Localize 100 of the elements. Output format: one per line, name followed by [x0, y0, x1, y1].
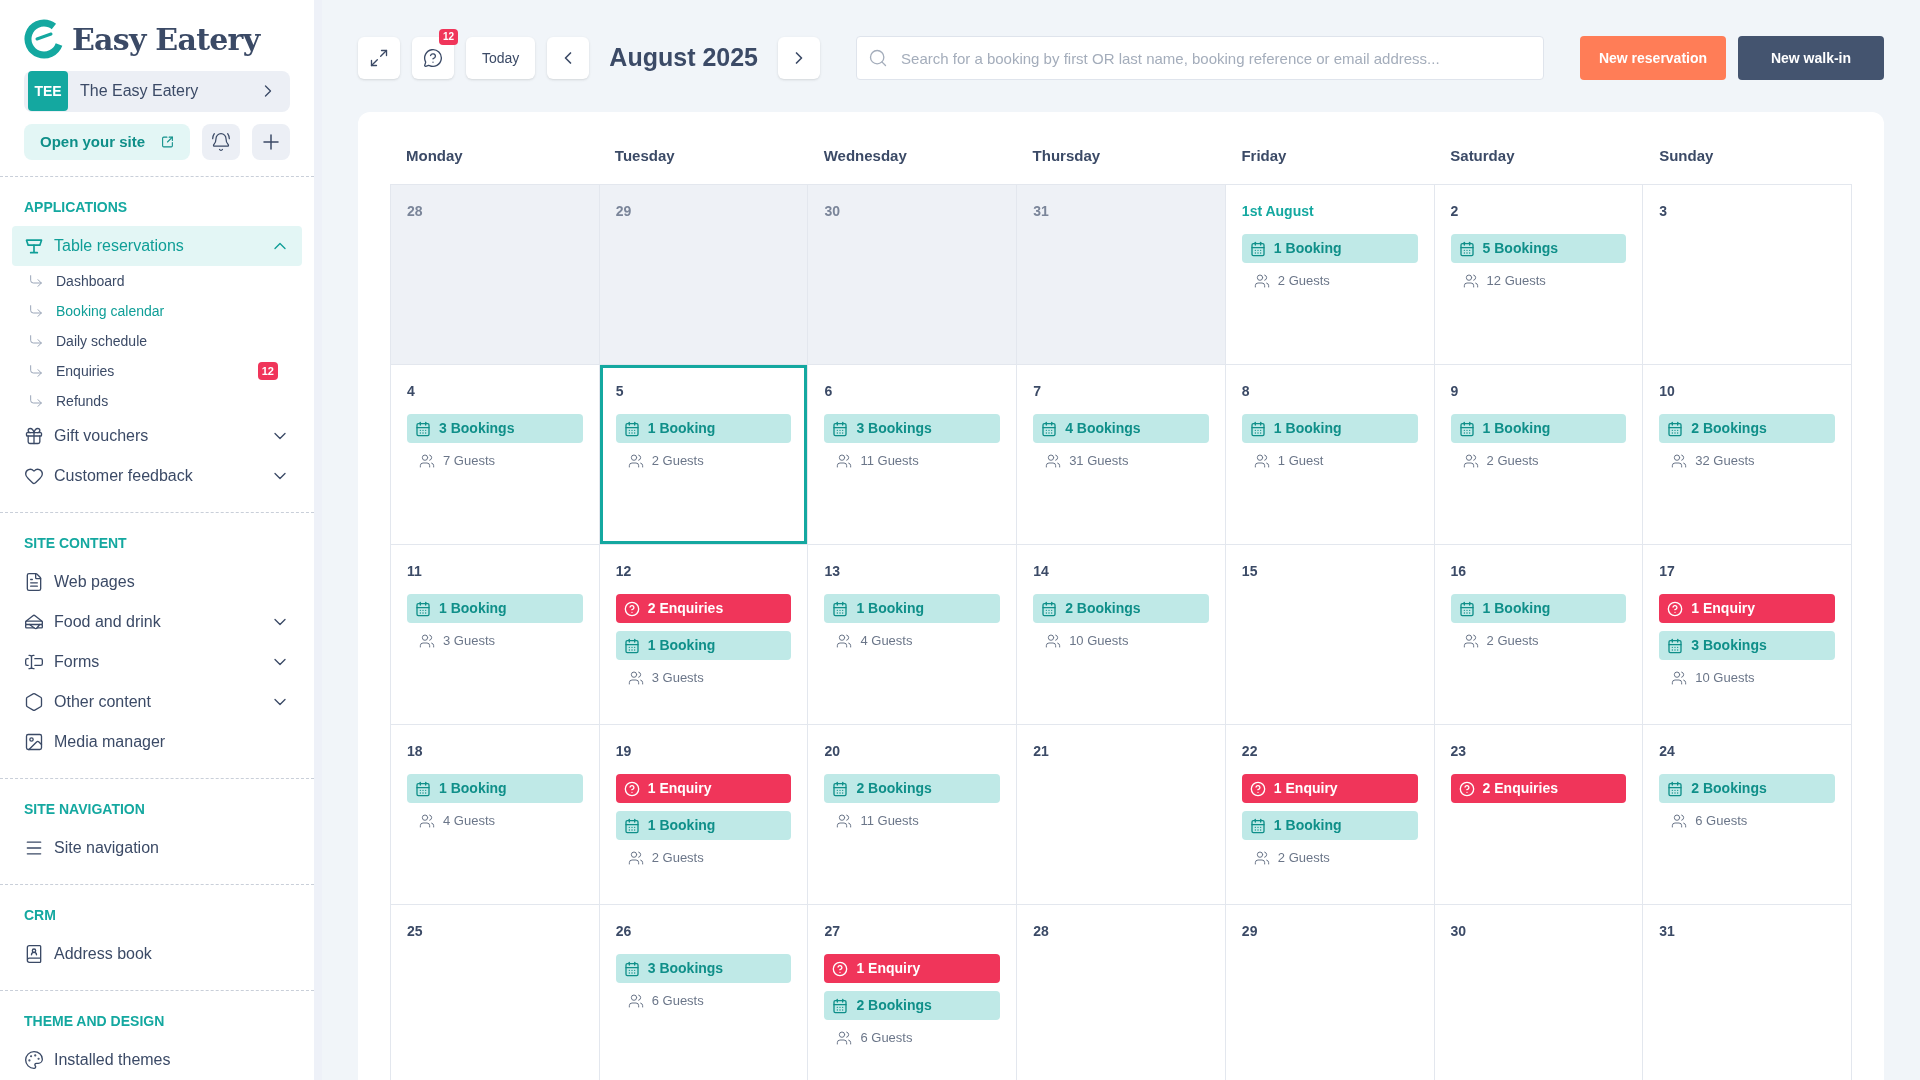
day-cell[interactable]: 1st August 1 Booking 2 Guests [1225, 185, 1435, 365]
day-cell[interactable]: 12 2 Enquiries 1 Booking 3 Guests [599, 545, 809, 725]
guests-icon [627, 992, 644, 1009]
day-cell[interactable]: 18 1 Booking 4 Guests [391, 725, 600, 905]
enquiry-chip[interactable]: 2 Enquiries [1450, 774, 1627, 803]
enquiry-chip[interactable]: 1 Enquiry [824, 954, 1001, 983]
notifications-button[interactable] [202, 123, 240, 160]
day-cell[interactable]: 20 2 Bookings 11 Guests [808, 725, 1018, 905]
count-badge: 12 [257, 362, 278, 380]
fullscreen-button[interactable] [358, 37, 400, 79]
enquiry-chip[interactable]: 1 Enquiry [615, 774, 792, 803]
sidebar-item[interactable]: Web pages [12, 562, 302, 602]
form-icon [24, 652, 44, 672]
calendar-icon [1667, 420, 1684, 437]
day-cell[interactable]: 13 1 Booking 4 Guests [808, 545, 1018, 725]
guests-icon [1671, 812, 1688, 829]
day-cell[interactable]: 15 [1225, 545, 1435, 725]
calendar-icon [623, 817, 640, 834]
question-bubble-icon [423, 48, 443, 68]
day-number: 20 [824, 742, 841, 761]
today-button[interactable]: Today [466, 37, 536, 79]
day-cell[interactable]: 9 1 Booking 2 Guests [1434, 365, 1644, 545]
gift-icon [24, 426, 44, 446]
calendar-icon [1249, 240, 1266, 257]
enquiry-chip[interactable]: 2 Enquiries [615, 594, 792, 623]
day-cell[interactable]: 10 2 Bookings 32 Guests [1643, 365, 1852, 545]
guests-icon [1462, 632, 1479, 649]
section-heading: CRM [23, 906, 57, 925]
guest-count: 6 Guests [860, 1029, 913, 1047]
day-cell[interactable]: 16 1 Booking 2 Guests [1434, 545, 1644, 725]
sidebar-item[interactable]: Gift vouchers [12, 416, 302, 456]
question-icon [623, 780, 640, 797]
day-number: 31 [1659, 922, 1676, 941]
hexagon-icon [24, 692, 44, 712]
sidebar-subitem[interactable]: Enquiries [56, 360, 115, 382]
day-number: 12 [615, 562, 633, 581]
day-number: 5 [615, 382, 625, 401]
day-cell[interactable]: 22 1 Enquiry 1 Booking 2 Guests [1225, 725, 1435, 905]
day-cell[interactable]: 6 3 Bookings 11 Guests [808, 365, 1018, 545]
day-number: 1st August [1241, 202, 1315, 221]
sidebar-subitem[interactable]: Dashboard [56, 270, 125, 292]
question-icon [1458, 780, 1475, 797]
search-icon [868, 48, 889, 68]
guests-icon [1462, 272, 1479, 289]
day-cell[interactable]: 17 1 Enquiry 3 Bookings 10 Guests [1643, 545, 1852, 725]
guest-count: 12 Guests [1486, 272, 1546, 290]
sidebar-item[interactable]: Media manager [12, 722, 302, 762]
sidebar-item[interactable]: Site navigation [12, 828, 302, 868]
day-number: 30 [1450, 922, 1468, 941]
sidebar-item[interactable]: Address book [12, 934, 302, 974]
sidebar-subitem[interactable]: Refunds [56, 390, 109, 412]
notification-badge: 12 [438, 29, 458, 45]
day-cell[interactable]: 24 2 Bookings 6 Guests [1643, 725, 1852, 905]
logo-text: Easy Eatery [72, 20, 260, 59]
sidebar-item[interactable]: Other content [12, 682, 302, 722]
day-cell[interactable]: 21 [1017, 725, 1226, 905]
sub-arrow-icon [28, 333, 44, 349]
day-cell[interactable]: 23 2 Enquiries [1434, 725, 1644, 905]
guests-icon [1253, 849, 1270, 866]
sidebar-subitem[interactable]: Daily schedule [56, 330, 148, 352]
day-cell[interactable]: 19 1 Enquiry 1 Booking 2 Guests [599, 725, 809, 905]
search-field[interactable]: Search for a booking by first OR last name, booking reference or email address... [856, 36, 1544, 80]
guests-icon [1045, 452, 1062, 469]
expand-icon [369, 48, 389, 68]
calendar-icon [1667, 637, 1684, 654]
guests-icon [1045, 632, 1062, 649]
sidebar-item[interactable]: Customer feedback [12, 456, 302, 496]
enquiry-chip[interactable]: 1 Enquiry [1241, 774, 1418, 803]
add-button[interactable] [252, 123, 290, 160]
day-cell[interactable]: 3 [1643, 185, 1852, 365]
site-selector[interactable]: TEE The Easy Eatery [24, 70, 290, 112]
day-number: 18 [407, 742, 424, 761]
day-cell[interactable]: 11 1 Booking 3 Guests [391, 545, 600, 725]
calendar-icon [415, 600, 431, 617]
day-number: 7 [1033, 382, 1042, 401]
palette-icon [24, 1050, 44, 1070]
calendar-icon [415, 780, 431, 797]
sidebar-item[interactable]: Food and drink [12, 602, 302, 642]
day-cell[interactable]: 14 2 Bookings 10 Guests [1017, 545, 1226, 725]
new-walk-in-button[interactable]: New walk-in [1738, 36, 1884, 80]
guest-count: 4 Guests [443, 812, 496, 830]
day-cell[interactable]: 7 4 Bookings 31 Guests [1017, 365, 1226, 545]
open-site-button[interactable]: Open your site [24, 123, 190, 160]
logo-icon [24, 19, 64, 60]
address-book-icon [24, 944, 44, 964]
weekday-label: Thursday [1032, 147, 1101, 164]
guests-icon [1671, 669, 1688, 686]
sidebar-item[interactable]: Installed themes [12, 1040, 302, 1080]
day-cell[interactable]: 5 1 Booking 2 Guests [599, 365, 809, 545]
enquiry-chip[interactable]: 1 Enquiry [1659, 594, 1835, 623]
day-number: 23 [1450, 742, 1468, 761]
question-icon [832, 960, 849, 977]
sidebar-item[interactable]: Forms [12, 642, 302, 682]
guests-icon [627, 452, 644, 469]
day-cell[interactable]: 2 5 Bookings 12 Guests [1434, 185, 1644, 365]
calendar-icon [415, 420, 431, 437]
guest-count: 11 Guests [860, 452, 919, 470]
day-cell[interactable]: 8 1 Booking 1 Guest [1225, 365, 1435, 545]
day-cell[interactable]: 4 3 Bookings 7 Guests [391, 365, 600, 545]
day-number: 28 [407, 202, 424, 221]
